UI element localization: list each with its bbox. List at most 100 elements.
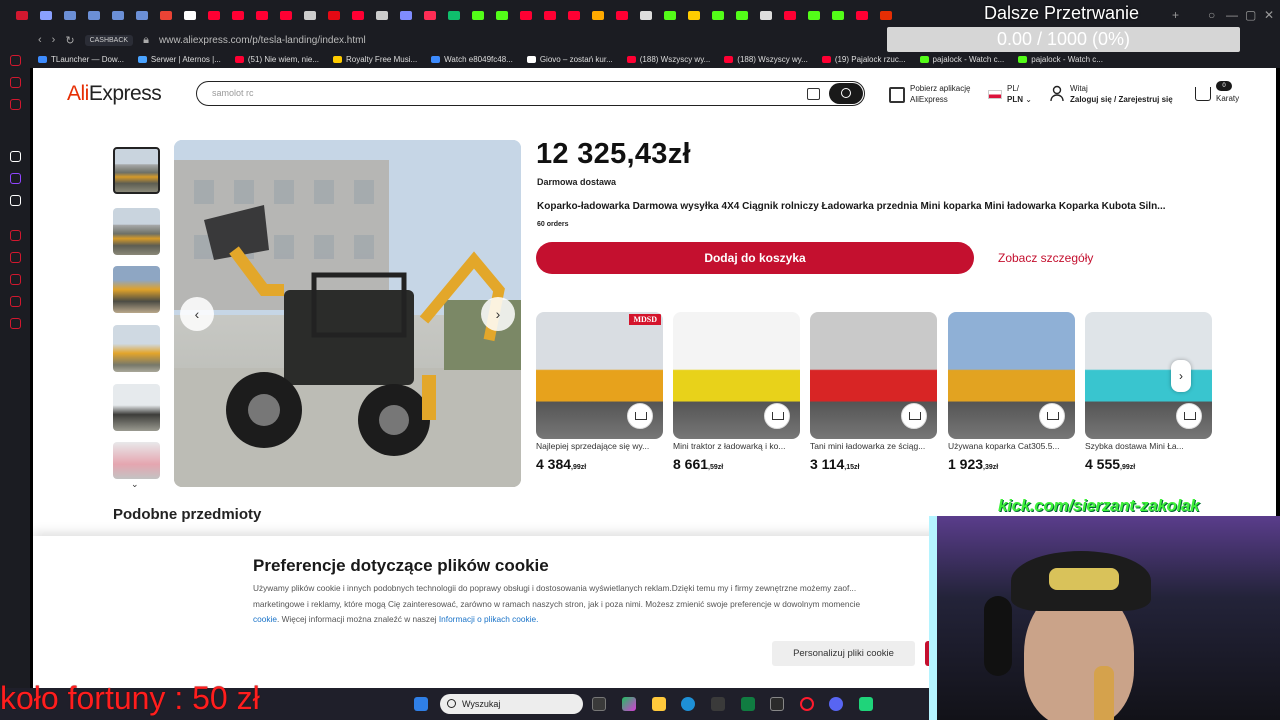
- recommended-product-card[interactable]: Szybka dostawa Mini Ła... 4 555,99zł: [1085, 312, 1212, 472]
- sidebar-twitch-icon[interactable]: [10, 173, 21, 184]
- product-thumbnail[interactable]: [113, 208, 160, 255]
- recommended-product-name[interactable]: Tani mini ładowarka ze ściąg...: [810, 441, 937, 451]
- browser-tab[interactable]: [106, 0, 130, 30]
- maximize-icon[interactable]: ▢: [1245, 8, 1256, 22]
- browser-tab[interactable]: [850, 0, 874, 30]
- recommended-product-image[interactable]: [948, 312, 1075, 439]
- product-thumbnail[interactable]: [113, 442, 160, 479]
- task-view-icon[interactable]: [592, 697, 606, 711]
- browser-tab[interactable]: [58, 0, 82, 30]
- discord-icon[interactable]: [829, 697, 843, 711]
- thumbnails-down-icon[interactable]: ⌄: [131, 479, 139, 490]
- recommended-product-name[interactable]: Mini traktor z ładowarką i ko...: [673, 441, 800, 451]
- bookmark-item[interactable]: Serwer | Aternos |...: [137, 55, 221, 64]
- edge-icon[interactable]: [681, 697, 695, 711]
- browser-tab[interactable]: [82, 0, 106, 30]
- browser-tab[interactable]: [346, 0, 370, 30]
- browser-tab[interactable]: [538, 0, 562, 30]
- browser-tab[interactable]: [34, 0, 58, 30]
- bookmark-item[interactable]: TLauncher — Dow...: [38, 55, 124, 64]
- image-next-button[interactable]: ›: [481, 297, 515, 331]
- recommended-product-image[interactable]: [810, 312, 937, 439]
- bookmark-item[interactable]: pajalock - Watch c...: [919, 55, 1004, 64]
- aliexpress-logo[interactable]: AliExpress: [67, 82, 162, 106]
- copilot-icon[interactable]: [622, 697, 636, 711]
- recommended-product-card[interactable]: Tani mini ładowarka ze ściąg... 3 114,15z…: [810, 312, 937, 472]
- recommended-product-card[interactable]: Mini traktor z ładowarką i ko... 8 661,59…: [673, 312, 800, 472]
- search-bar[interactable]: samolot rc: [196, 81, 865, 106]
- sidebar-settings-icon[interactable]: [10, 318, 21, 329]
- browser-tab[interactable]: [610, 0, 634, 30]
- recommended-product-card[interactable]: Używana koparka Cat305.5... 1 923,39zł: [948, 312, 1075, 472]
- sign-in-link[interactable]: Zaloguj się / Zarejestruj się: [1070, 95, 1173, 104]
- sidebar-clock-icon[interactable]: [10, 274, 21, 285]
- product-thumbnail[interactable]: [113, 266, 160, 313]
- sidebar-aria-icon[interactable]: [10, 151, 21, 162]
- browser-tab[interactable]: [130, 0, 154, 30]
- browser-tab[interactable]: [298, 0, 322, 30]
- recommended-product-image[interactable]: [1085, 312, 1212, 439]
- excel-icon[interactable]: [741, 697, 755, 711]
- browser-tab[interactable]: [778, 0, 802, 30]
- opera-taskbar-icon[interactable]: [800, 697, 814, 711]
- browser-tab[interactable]: [658, 0, 682, 30]
- see-details-link[interactable]: Zobacz szczegóły: [998, 251, 1093, 265]
- app-icon[interactable]: [770, 697, 784, 711]
- browser-tab[interactable]: [10, 0, 34, 30]
- sidebar-history-icon[interactable]: [10, 55, 21, 66]
- product-thumbnail[interactable]: [113, 147, 160, 194]
- recommendations-next-button[interactable]: ›: [1171, 360, 1191, 392]
- recommended-product-name[interactable]: Najlepiej sprzedające się wy...: [536, 441, 663, 451]
- windows-start-icon[interactable]: [414, 697, 428, 711]
- user-icon[interactable]: [1050, 85, 1064, 102]
- file-explorer-icon[interactable]: [652, 697, 666, 711]
- recommended-product-name[interactable]: Szybka dostawa Mini Ła...: [1085, 441, 1212, 451]
- sidebar-instagram-icon[interactable]: [10, 99, 21, 110]
- sidebar-wallet-icon[interactable]: [10, 252, 21, 263]
- bookmark-item[interactable]: (19) Pajalock rzuc...: [821, 55, 906, 64]
- search-tabs-icon[interactable]: ○: [1208, 8, 1215, 22]
- browser-tab[interactable]: [250, 0, 274, 30]
- cart-label[interactable]: Karaty: [1216, 93, 1239, 104]
- url-field[interactable]: www.aliexpress.com/p/tesla-landing/index…: [159, 35, 366, 46]
- app-icon[interactable]: [859, 697, 873, 711]
- add-to-cart-icon[interactable]: [627, 403, 653, 429]
- bookmark-item[interactable]: (51) Nie wiem, nie...: [234, 55, 319, 64]
- recommended-product-name[interactable]: Używana koparka Cat305.5...: [948, 441, 1075, 451]
- search-button[interactable]: [829, 83, 863, 104]
- browser-tab[interactable]: [394, 0, 418, 30]
- forward-icon[interactable]: ›: [52, 34, 56, 46]
- cashback-badge[interactable]: CASHBACK: [84, 34, 134, 46]
- browser-tab[interactable]: [682, 0, 706, 30]
- bookmark-item[interactable]: (188) Wszyscy wy...: [724, 55, 808, 64]
- browser-tab[interactable]: [490, 0, 514, 30]
- browser-tab[interactable]: [370, 0, 394, 30]
- reload-icon[interactable]: ↻: [65, 34, 74, 47]
- browser-tab[interactable]: [586, 0, 610, 30]
- search-input[interactable]: samolot rc: [212, 88, 254, 98]
- product-thumbnail[interactable]: [113, 325, 160, 372]
- personalize-cookies-button[interactable]: Personalizuj pliki cookie: [772, 641, 915, 666]
- sidebar-x-icon[interactable]: [10, 195, 21, 206]
- recommended-product-image[interactable]: MDSD: [536, 312, 663, 439]
- browser-tab[interactable]: [418, 0, 442, 30]
- cookie-info-link[interactable]: Informacji o plikach cookie.: [439, 614, 539, 624]
- browser-tab[interactable]: [562, 0, 586, 30]
- add-to-cart-button[interactable]: Dodaj do koszyka: [536, 242, 974, 274]
- product-main-image[interactable]: ‹ ›: [174, 140, 521, 487]
- browser-tab[interactable]: [706, 0, 730, 30]
- recommended-product-image[interactable]: [673, 312, 800, 439]
- browser-tab[interactable]: [466, 0, 490, 30]
- product-thumbnail[interactable]: [113, 384, 160, 431]
- bookmark-item[interactable]: Watch e8049fc48...: [431, 55, 513, 64]
- image-prev-button[interactable]: ‹: [180, 297, 214, 331]
- cart-icon[interactable]: [1195, 87, 1211, 101]
- app-download-link[interactable]: Pobierz aplikację AliExpress: [910, 83, 970, 105]
- browser-tab[interactable]: [826, 0, 850, 30]
- browser-tab[interactable]: [874, 0, 898, 30]
- browser-tab[interactable]: [442, 0, 466, 30]
- account-link[interactable]: Witaj Zaloguj się / Zarejestruj się: [1070, 83, 1173, 105]
- image-search-icon[interactable]: [807, 88, 820, 100]
- browser-tab[interactable]: [154, 0, 178, 30]
- browser-tab[interactable]: [322, 0, 346, 30]
